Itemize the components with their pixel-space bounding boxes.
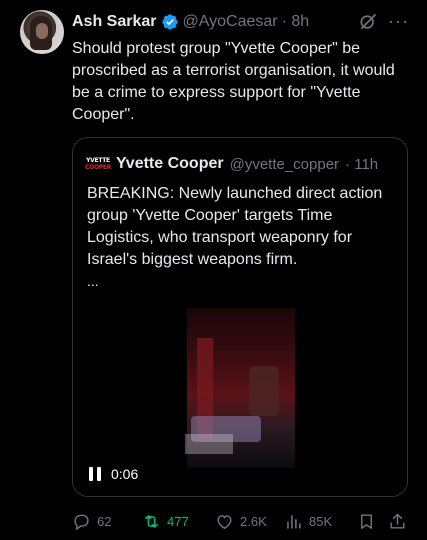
retweet-icon bbox=[145, 514, 158, 528]
quote-text: BREAKING: Newly launched direct action g… bbox=[87, 185, 383, 268]
reply-button[interactable]: 62 bbox=[72, 510, 111, 532]
avatar-face bbox=[36, 23, 48, 39]
video-frame-detail bbox=[185, 434, 233, 454]
bookmark-button[interactable] bbox=[357, 510, 376, 532]
more-icon[interactable]: ··· bbox=[388, 12, 410, 32]
bookmark-icon bbox=[361, 513, 372, 529]
video-frame-detail bbox=[249, 366, 279, 416]
views-button[interactable]: 85K bbox=[284, 510, 332, 532]
quote-avatar-line2: COOPER bbox=[85, 164, 111, 171]
video-controls: 0:06 bbox=[89, 464, 138, 484]
quote-header: YVETTE COOPER Yvette Cooper @yvette_copp… bbox=[85, 154, 378, 174]
reply-icon bbox=[74, 514, 89, 530]
verified-badge-icon bbox=[161, 14, 178, 30]
quote-author-handle[interactable]: @yvette_copper bbox=[230, 156, 339, 173]
quoted-tweet[interactable]: YVETTE COOPER Yvette Cooper @yvette_copp… bbox=[72, 137, 408, 497]
like-count: 2.6K bbox=[240, 513, 267, 529]
video-player[interactable]: 0:06 bbox=[73, 298, 407, 496]
retweet-count: 477 bbox=[167, 513, 189, 529]
retweet-button[interactable]: 477 bbox=[142, 510, 189, 532]
views-icon bbox=[287, 514, 301, 529]
video-time: 0:06 bbox=[111, 466, 139, 482]
reply-count: 62 bbox=[97, 513, 112, 529]
quote-ellipsis: ... bbox=[87, 273, 99, 289]
views-count: 85K bbox=[309, 513, 333, 529]
author-handle[interactable]: @AyoCaesar bbox=[183, 13, 278, 31]
like-button[interactable]: 2.6K bbox=[215, 510, 267, 532]
tweet-header: Ash Sarkar @AyoCaesar · 8h bbox=[72, 12, 309, 32]
share-button[interactable] bbox=[388, 510, 407, 532]
pause-icon[interactable] bbox=[89, 467, 101, 481]
grok-icon[interactable] bbox=[358, 12, 378, 32]
quote-avatar-line1: YVETTE bbox=[86, 157, 110, 164]
quote-author-name[interactable]: Yvette Cooper bbox=[116, 155, 224, 173]
quote-avatar[interactable]: YVETTE COOPER bbox=[85, 154, 111, 174]
tweet-text: Should protest group "Yvette Cooper" be … bbox=[72, 40, 395, 123]
quote-time[interactable]: · 11h bbox=[345, 156, 378, 173]
tweet-time[interactable]: · 8h bbox=[282, 13, 310, 31]
tweet[interactable]: Ash Sarkar @AyoCaesar · 8h ··· Should pr… bbox=[0, 0, 427, 540]
author-name[interactable]: Ash Sarkar bbox=[72, 13, 157, 31]
action-bar: 62 477 2.6K 85K bbox=[72, 510, 417, 532]
avatar[interactable] bbox=[20, 10, 64, 54]
like-icon bbox=[217, 514, 232, 529]
share-icon bbox=[390, 513, 405, 529]
